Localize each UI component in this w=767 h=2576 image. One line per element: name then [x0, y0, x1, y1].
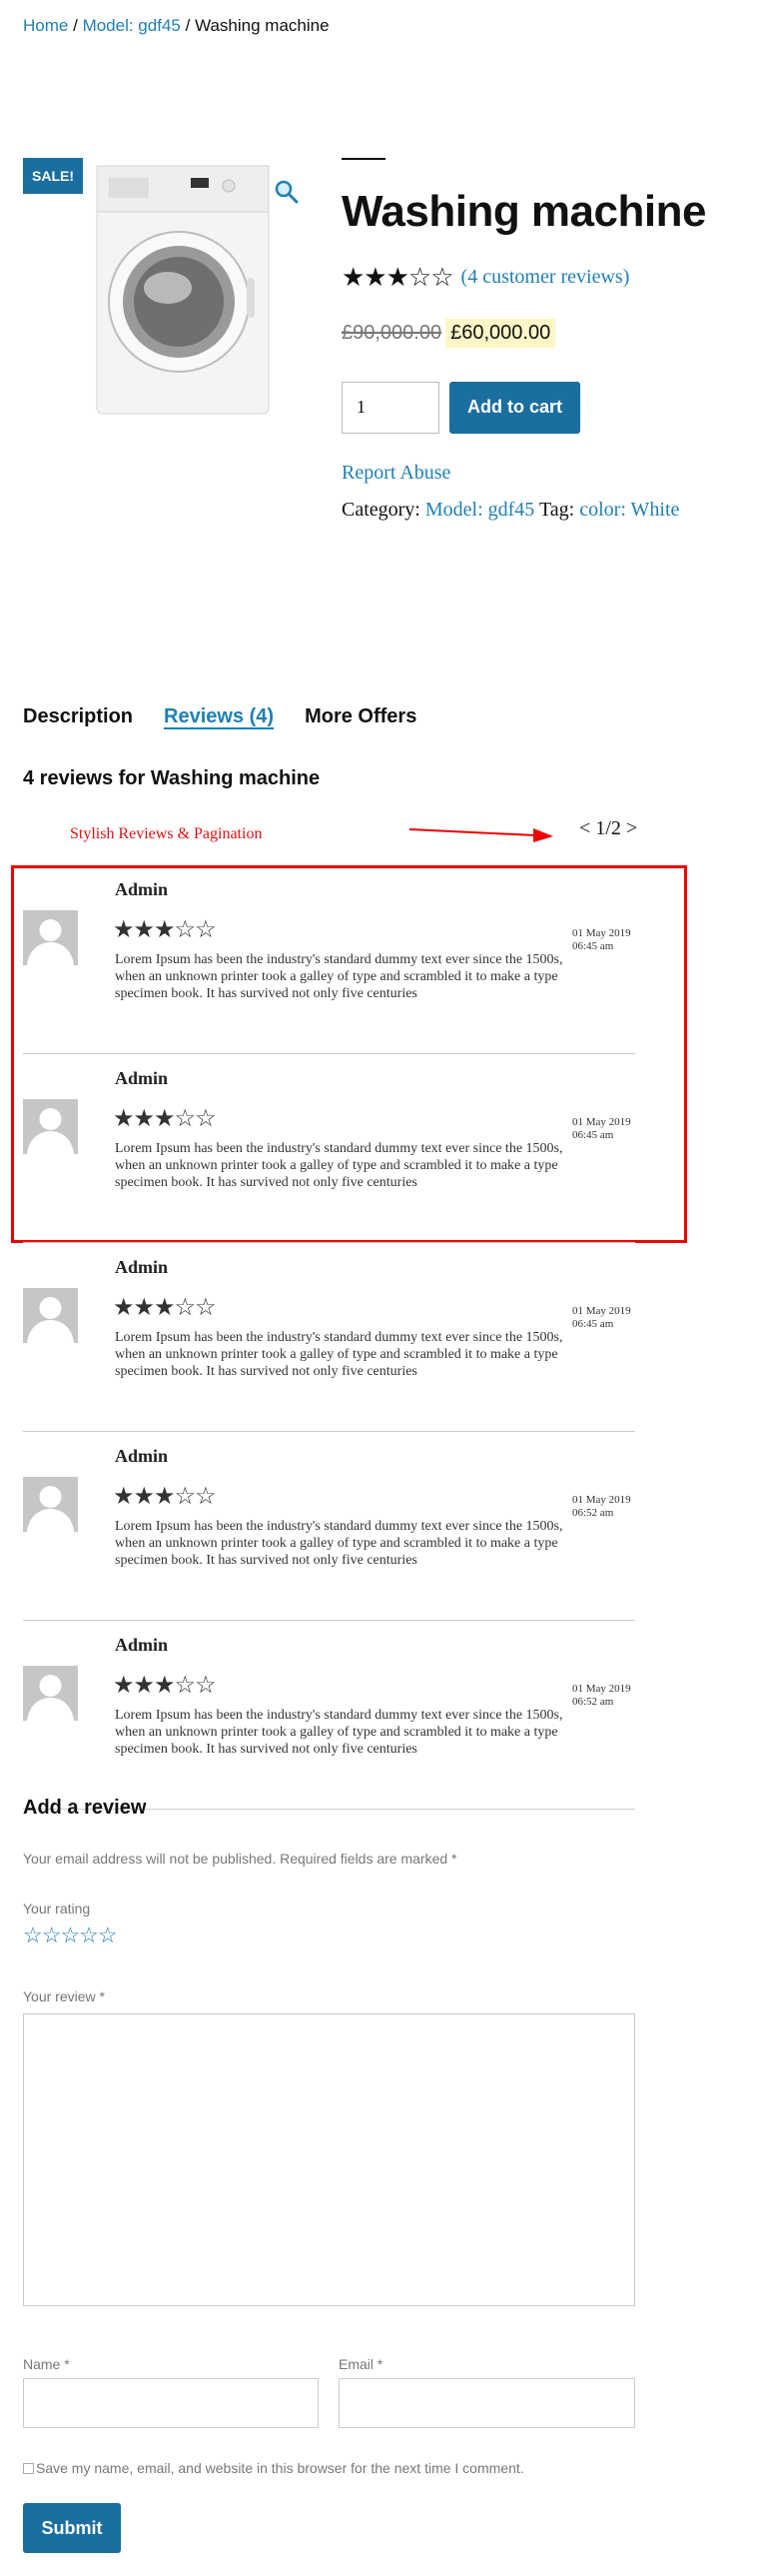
user-icon: [27, 1108, 74, 1154]
user-icon: [27, 1297, 74, 1343]
review-author: Admin: [115, 1068, 169, 1088]
review-text: Lorem Ipsum has been the industry's stan…: [115, 1141, 563, 1190]
add-to-cart-form: 1 Add to cart: [342, 381, 741, 434]
customer-reviews-link[interactable]: (4 customer reviews): [461, 266, 630, 289]
product-summary: Washing machine ★★★☆☆ (4 customer review…: [342, 158, 741, 527]
avatar: [23, 910, 78, 965]
category-link[interactable]: Model: gdf45: [425, 499, 534, 521]
review-author: Admin: [115, 1257, 169, 1277]
save-info-label: Save my name, email, and website in this…: [36, 2460, 524, 2476]
product-rating: ★★★☆☆ (4 customer reviews): [342, 262, 741, 293]
review-date: 01 May 2019 06:45 am: [572, 1116, 631, 1142]
name-label: Name *: [23, 2356, 70, 2372]
add-review-title: Add a review: [23, 1797, 147, 1819]
user-icon: [27, 919, 74, 965]
review-author: Admin: [115, 1446, 169, 1466]
product-tabs: Description Reviews (4) More Offers: [23, 705, 447, 728]
email-label: Email *: [339, 2356, 384, 2372]
user-icon: [27, 1486, 74, 1532]
review-item: Admin ★★★☆☆ 01 May 2019 06:52 am Lorem Ip…: [23, 1432, 635, 1621]
tab-reviews[interactable]: Reviews (4): [164, 705, 274, 728]
review-date-time: 06:45 am: [572, 940, 614, 952]
review-date: 01 May 2019 06:45 am: [572, 1305, 631, 1331]
review-date-day: 01 May 2019: [572, 927, 631, 939]
review-text: Lorem Ipsum has been the industry's stan…: [115, 1519, 563, 1568]
report-abuse-link[interactable]: Report Abuse: [342, 462, 741, 485]
review-item: Admin ★★★☆☆ 01 May 2019 06:45 am Lorem Ip…: [23, 1054, 635, 1243]
product-title: Washing machine: [342, 187, 706, 236]
rating-label: Your rating: [23, 1901, 91, 1917]
add-to-cart-button[interactable]: Add to cart: [449, 381, 580, 434]
review-label: Your review *: [23, 1988, 105, 2004]
rating-stars-input[interactable]: ☆☆☆☆☆: [23, 1923, 118, 1948]
star-rating-icon: ★★★☆☆: [342, 261, 454, 292]
product-price: £90,000.00 £60,000.00: [342, 318, 741, 348]
review-item: Admin ★★★☆☆ 01 May 2019 06:45 am Lorem Ip…: [23, 1243, 635, 1432]
review-star-rating-icon: ★★★☆☆: [113, 916, 217, 943]
arrow-right-icon: [408, 828, 553, 842]
avatar: [23, 1666, 78, 1721]
review-star-rating-icon: ★★★☆☆: [113, 1294, 217, 1321]
review-text: Lorem Ipsum has been the industry's stan…: [115, 1708, 563, 1757]
breadcrumb: Home / Model: gdf45 / Washing machine: [23, 16, 330, 36]
quantity-input[interactable]: 1: [342, 381, 439, 434]
review-text: Lorem Ipsum has been the industry's stan…: [115, 1330, 563, 1379]
avatar: [23, 1477, 78, 1532]
review-date-day: 01 May 2019: [572, 1494, 631, 1506]
review-date-time: 06:52 am: [572, 1507, 614, 1519]
submit-button[interactable]: Submit: [23, 2503, 121, 2553]
category-label: Category:: [342, 498, 420, 521]
review-date: 01 May 2019 06:52 am: [572, 1683, 631, 1709]
reviews-title: 4 reviews for Washing machine: [23, 767, 321, 789]
review-date-time: 06:52 am: [572, 1696, 614, 1708]
avatar: [23, 1099, 78, 1154]
breadcrumb-separator: /: [73, 16, 78, 35]
required-notice: Your email address will not be published…: [23, 1851, 457, 1867]
tab-more-offers[interactable]: More Offers: [305, 705, 416, 728]
product-image[interactable]: [83, 160, 283, 420]
review-textarea[interactable]: [23, 2013, 635, 2306]
sale-price: £60,000.00: [445, 318, 556, 348]
review-star-rating-icon: ★★★☆☆: [113, 1672, 217, 1699]
tag-link[interactable]: color: White: [579, 499, 679, 521]
review-author: Admin: [115, 879, 169, 899]
annotation-label: Stylish Reviews & Pagination: [70, 825, 263, 842]
review-date-time: 06:45 am: [572, 1318, 614, 1330]
breadcrumb-category-link[interactable]: Model: gdf45: [83, 16, 181, 35]
user-icon: [27, 1675, 74, 1721]
review-date-time: 06:45 am: [572, 1129, 614, 1141]
review-item: Admin ★★★☆☆ 01 May 2019 06:52 am Lorem Ip…: [23, 1621, 635, 1810]
save-info-checkbox[interactable]: [23, 2462, 34, 2474]
breadcrumb-separator: /: [185, 16, 191, 35]
review-date-day: 01 May 2019: [572, 1305, 631, 1317]
review-date-day: 01 May 2019: [572, 1116, 631, 1128]
original-price: £90,000.00: [342, 321, 442, 344]
title-divider: [342, 158, 385, 160]
avatar: [23, 1288, 78, 1343]
review-date-day: 01 May 2019: [572, 1683, 631, 1695]
name-field[interactable]: [23, 2378, 319, 2428]
zoom-icon[interactable]: [273, 178, 301, 206]
review-text: Lorem Ipsum has been the industry's stan…: [115, 952, 563, 1001]
product-gallery: SALE!: [23, 158, 308, 428]
breadcrumb-current: Washing machine: [195, 16, 330, 35]
tag-label: Tag:: [538, 498, 575, 521]
review-pagination[interactable]: < 1/2 >: [579, 817, 637, 840]
sale-badge: SALE!: [23, 158, 83, 194]
review-date: 01 May 2019 06:52 am: [572, 1494, 631, 1520]
product-meta: Category: Model: gdf45 Tag: color: White: [342, 493, 741, 527]
tab-description[interactable]: Description: [23, 705, 133, 728]
review-author: Admin: [115, 1635, 169, 1655]
save-info-row: Save my name, email, and website in this…: [23, 2460, 524, 2476]
review-item: Admin ★★★☆☆ 01 May 2019 06:45 am Lorem Ip…: [23, 865, 635, 1054]
review-star-rating-icon: ★★★☆☆: [113, 1105, 217, 1132]
review-star-rating-icon: ★★★☆☆: [113, 1483, 217, 1510]
email-field[interactable]: [339, 2378, 635, 2428]
breadcrumb-home-link[interactable]: Home: [23, 16, 68, 35]
review-date: 01 May 2019 06:45 am: [572, 927, 631, 953]
